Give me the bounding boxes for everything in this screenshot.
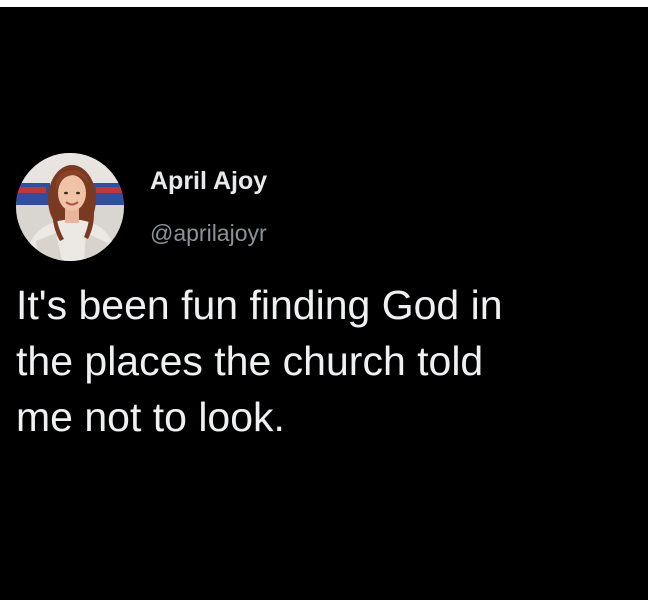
tweet-text-line: the places the church told	[16, 338, 484, 384]
profile-photo-icon	[16, 153, 124, 261]
tweet-text-line: It's been fun finding God in	[16, 282, 503, 328]
tweet-text: It's been fun finding God in the places …	[16, 277, 636, 445]
tweet-card: April Ajoy @aprilajoyr It's been fun fin…	[0, 7, 648, 600]
tweet-text-line: me not to look.	[16, 394, 285, 440]
user-handle[interactable]: @aprilajoyr	[150, 220, 267, 247]
avatar[interactable]	[16, 153, 124, 261]
display-name[interactable]: April Ajoy	[150, 167, 267, 196]
